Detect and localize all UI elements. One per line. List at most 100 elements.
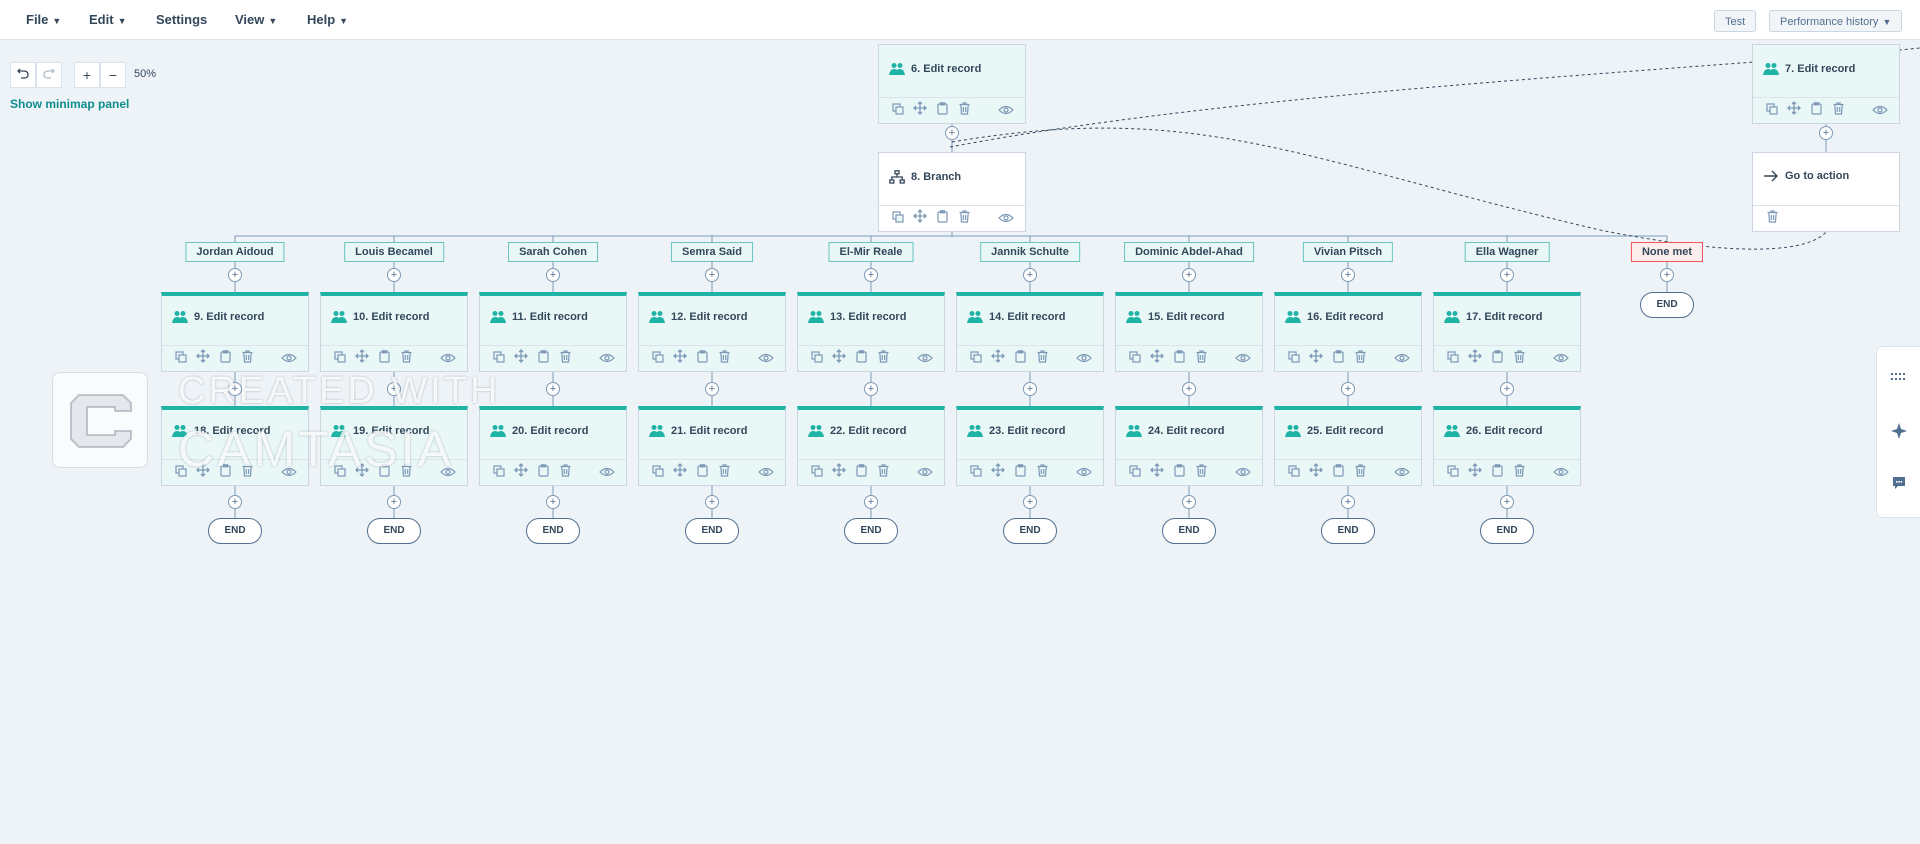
trash-action-button[interactable]	[1761, 209, 1783, 227]
clipboard-action-button[interactable]	[1486, 463, 1508, 481]
eye-action-button[interactable]	[1869, 103, 1891, 119]
clipboard-action-button[interactable]	[1327, 349, 1349, 367]
clipboard-action-button[interactable]	[691, 349, 713, 367]
branch-label-7[interactable]: Dominic Abdel-Ahad	[1124, 242, 1254, 262]
edit-record-15[interactable]: 15. Edit record	[1115, 292, 1263, 372]
trash-action-button[interactable]	[1508, 349, 1530, 367]
edit-record-22[interactable]: 22. Edit record	[797, 406, 945, 486]
trash-action-button[interactable]	[1190, 463, 1212, 481]
branch-label-8[interactable]: Vivian Pitsch	[1302, 242, 1394, 262]
add-step-after-6[interactable]: +	[945, 126, 959, 140]
edit-record-26[interactable]: 26. Edit record	[1433, 406, 1581, 486]
copy-action-button[interactable]	[965, 350, 987, 367]
trash-action-button[interactable]	[236, 349, 258, 367]
trash-action-button[interactable]	[1508, 463, 1530, 481]
branch-label-1[interactable]: Jordan Aidoud	[185, 242, 285, 262]
edit-record-25[interactable]: 25. Edit record	[1274, 406, 1422, 486]
grid-button[interactable]	[1889, 367, 1909, 387]
eye-action-button[interactable]	[596, 465, 618, 481]
add-step-after-23[interactable]: +	[1023, 495, 1037, 509]
add-step-after-17[interactable]: +	[1500, 382, 1514, 396]
add-step-branch-2[interactable]: +	[387, 268, 401, 282]
clipboard-action-button[interactable]	[931, 101, 953, 119]
clipboard-action-button[interactable]	[1009, 349, 1031, 367]
copy-action-button[interactable]	[806, 464, 828, 481]
trash-action-button[interactable]	[395, 349, 417, 367]
add-step-branch-1[interactable]: +	[228, 268, 242, 282]
branch-label-9[interactable]: Ella Wagner	[1464, 242, 1550, 262]
edit-record-14[interactable]: 14. Edit record	[956, 292, 1104, 372]
move-action-button[interactable]	[669, 463, 691, 481]
add-step-branch-7[interactable]: +	[1182, 268, 1196, 282]
copy-action-button[interactable]	[1442, 464, 1464, 481]
eye-action-button[interactable]	[1073, 351, 1095, 367]
move-action-button[interactable]	[1305, 349, 1327, 367]
add-step-after-7[interactable]: +	[1819, 126, 1833, 140]
copy-action-button[interactable]	[806, 350, 828, 367]
add-step-after-21[interactable]: +	[705, 495, 719, 509]
branch-label-3[interactable]: Sarah Cohen	[508, 242, 598, 262]
branch-label-6[interactable]: Jannik Schulte	[980, 242, 1080, 262]
eye-action-button[interactable]	[596, 351, 618, 367]
move-action-button[interactable]	[987, 349, 1009, 367]
copy-action-button[interactable]	[1442, 350, 1464, 367]
move-action-button[interactable]	[351, 349, 373, 367]
move-action-button[interactable]	[510, 349, 532, 367]
add-step-branch-9[interactable]: +	[1500, 268, 1514, 282]
copy-action-button[interactable]	[1124, 350, 1146, 367]
copy-action-button[interactable]	[1283, 464, 1305, 481]
add-step-after-25[interactable]: +	[1341, 495, 1355, 509]
comments-button[interactable]	[1889, 473, 1909, 493]
trash-action-button[interactable]	[1190, 349, 1212, 367]
copy-action-button[interactable]	[887, 102, 909, 119]
edit-record-12[interactable]: 12. Edit record	[638, 292, 786, 372]
trash-action-button[interactable]	[1349, 463, 1371, 481]
move-action-button[interactable]	[909, 101, 931, 119]
eye-action-button[interactable]	[1550, 465, 1572, 481]
clipboard-action-button[interactable]	[532, 463, 554, 481]
branch-label-2[interactable]: Louis Becamel	[344, 242, 444, 262]
clipboard-action-button[interactable]	[1168, 463, 1190, 481]
add-step-after-26[interactable]: +	[1500, 495, 1514, 509]
add-step-branch-4[interactable]: +	[705, 268, 719, 282]
eye-action-button[interactable]	[995, 103, 1017, 119]
copy-action-button[interactable]	[329, 350, 351, 367]
branch-label-4[interactable]: Semra Said	[671, 242, 753, 262]
clipboard-action-button[interactable]	[532, 349, 554, 367]
add-step-branch-8[interactable]: +	[1341, 268, 1355, 282]
eye-action-button[interactable]	[1232, 351, 1254, 367]
edit-record-16[interactable]: 16. Edit record	[1274, 292, 1422, 372]
add-step-branch-6[interactable]: +	[1023, 268, 1037, 282]
move-action-button[interactable]	[1783, 101, 1805, 119]
trash-action-button[interactable]	[713, 463, 735, 481]
eye-action-button[interactable]	[755, 465, 777, 481]
clipboard-action-button[interactable]	[1327, 463, 1349, 481]
node-7-edit-record[interactable]: 7. Edit record	[1752, 44, 1900, 124]
eye-action-button[interactable]	[1232, 465, 1254, 481]
move-action-button[interactable]	[828, 349, 850, 367]
move-action-button[interactable]	[1146, 349, 1168, 367]
add-step-after-14[interactable]: +	[1023, 382, 1037, 396]
eye-action-button[interactable]	[1550, 351, 1572, 367]
add-step-after-15[interactable]: +	[1182, 382, 1196, 396]
ai-assist-button[interactable]	[1889, 421, 1909, 441]
clipboard-action-button[interactable]	[1486, 349, 1508, 367]
trash-action-button[interactable]	[872, 349, 894, 367]
trash-action-button[interactable]	[1031, 349, 1053, 367]
copy-action-button[interactable]	[1124, 464, 1146, 481]
add-step-after-16[interactable]: +	[1341, 382, 1355, 396]
eye-action-button[interactable]	[1391, 351, 1413, 367]
edit-record-9[interactable]: 9. Edit record	[161, 292, 309, 372]
clipboard-action-button[interactable]	[1168, 349, 1190, 367]
add-step-after-19[interactable]: +	[387, 495, 401, 509]
move-action-button[interactable]	[1305, 463, 1327, 481]
edit-record-11[interactable]: 11. Edit record	[479, 292, 627, 372]
branch-label-none-met[interactable]: None met	[1630, 242, 1704, 262]
trash-action-button[interactable]	[1349, 349, 1371, 367]
clipboard-action-button[interactable]	[931, 209, 953, 227]
add-step-branch-5[interactable]: +	[864, 268, 878, 282]
add-step-after-18[interactable]: +	[228, 495, 242, 509]
copy-action-button[interactable]	[488, 350, 510, 367]
eye-action-button[interactable]	[437, 351, 459, 367]
trash-action-button[interactable]	[713, 349, 735, 367]
